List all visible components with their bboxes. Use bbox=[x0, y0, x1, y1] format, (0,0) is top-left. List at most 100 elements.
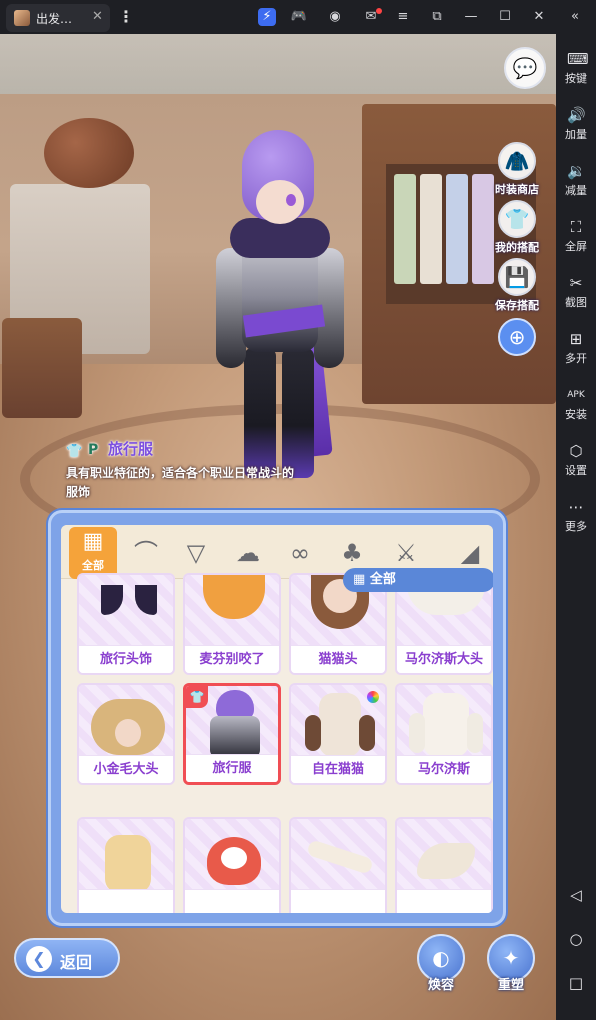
grid-small-icon: ▦ bbox=[353, 572, 370, 587]
back-nav-icon[interactable]: ◁ bbox=[556, 886, 596, 904]
item-card[interactable] bbox=[183, 817, 281, 913]
item-card[interactable]: 麦芬别咬了 bbox=[183, 573, 281, 675]
account-icon[interactable]: ◉ bbox=[326, 8, 344, 26]
wardrobe-inner: ▦ 全部 ⌒ ▽ ☁ ∞ ♣ ⚔ ◢ ▦ 全部 旅行头饰 麦芬别咬了 猫猫头 马… bbox=[61, 525, 493, 913]
hair-icon[interactable]: ☁ bbox=[229, 535, 267, 571]
item-card-selected[interactable]: 👕 旅行服 bbox=[183, 683, 281, 785]
sidebar-item-label: 安装 bbox=[565, 408, 587, 421]
item-art-shape bbox=[467, 713, 483, 753]
item-info: 👕 P 旅行服 具有职业特征的，适合各个职业日常战斗的 服饰 bbox=[66, 438, 366, 502]
more-icon: ⋯ bbox=[568, 498, 584, 516]
screen-capture-icon[interactable]: ⧉ bbox=[428, 8, 446, 26]
item-art-shape bbox=[203, 575, 265, 619]
ears-icon[interactable]: ⌒ bbox=[127, 535, 165, 571]
app-tab[interactable]: 出发… ✕ bbox=[6, 4, 110, 32]
character-collar bbox=[230, 218, 330, 258]
window-titlebar: 出发… ✕ ⋮ ⚡ 🎮 ◉ ✉ ≡ ⧉ — ☐ ✕ « bbox=[0, 0, 596, 34]
reshape-button[interactable]: ✦ 重塑 bbox=[484, 934, 538, 993]
item-art bbox=[185, 575, 279, 649]
maximize-icon[interactable]: ☐ bbox=[496, 8, 514, 26]
item-card[interactable]: 马尔济斯 bbox=[395, 683, 493, 785]
minimize-icon[interactable]: — bbox=[462, 8, 480, 26]
item-card[interactable]: 小金毛大头 bbox=[77, 683, 175, 785]
my-outfits-button[interactable]: 👕 我的搭配 bbox=[485, 200, 549, 255]
teapot-decoration bbox=[44, 118, 134, 188]
player-character[interactable] bbox=[200, 130, 360, 490]
equipped-shirt-icon: 👕 bbox=[186, 686, 208, 708]
close-icon[interactable]: ✕ bbox=[530, 8, 548, 26]
sidebar-item-label: 更多 bbox=[565, 520, 587, 533]
sidebar-item-more[interactable]: ⋯ 更多 bbox=[556, 498, 596, 534]
makeover-label: 焕容 bbox=[427, 978, 454, 993]
tab-close-icon[interactable]: ✕ bbox=[92, 9, 103, 24]
wing-icon[interactable]: ◢ bbox=[451, 535, 489, 571]
menu-icon[interactable]: ≡ bbox=[394, 8, 412, 26]
item-label: 旅行服 bbox=[186, 754, 278, 782]
item-title-row: 👕 P 旅行服 bbox=[66, 438, 366, 460]
hanging-cloth bbox=[420, 174, 442, 284]
makeover-button[interactable]: ◐ 焕容 bbox=[414, 934, 468, 993]
item-art-shape bbox=[101, 585, 123, 615]
chat-icon[interactable]: 💬 bbox=[504, 47, 546, 89]
save-icon: 💾 bbox=[498, 258, 536, 296]
curtain bbox=[0, 34, 556, 94]
back-triangle-icon: ◁ bbox=[570, 886, 582, 904]
item-art-shape bbox=[423, 693, 469, 757]
item-art bbox=[79, 819, 173, 893]
weapon-icon[interactable]: ⚔ bbox=[387, 535, 425, 571]
emulator-sidebar: ⌨ 按键 🔊 加量 🔉 减量 ⛶ 全屏 ✂ 截图 ⊞ 多开 APK 安装 ⬡ 设… bbox=[556, 34, 596, 1020]
item-card[interactable] bbox=[289, 817, 387, 913]
sidebar-item-settings[interactable]: ⬡ 设置 bbox=[556, 442, 596, 478]
sidebar-item-keymap[interactable]: ⌨ 按键 bbox=[556, 50, 596, 86]
gamepad-icon[interactable]: 🎮 bbox=[290, 8, 308, 26]
fashion-shop-button[interactable]: 🧥 时装商店 bbox=[485, 142, 549, 197]
item-name: 旅行服 bbox=[108, 440, 154, 458]
fullscreen-icon: ⛶ bbox=[570, 218, 582, 236]
item-card[interactable] bbox=[77, 817, 175, 913]
mask-icon[interactable]: ▽ bbox=[177, 535, 215, 571]
sidebar-item-screenshot[interactable]: ✂ 截图 bbox=[556, 274, 596, 310]
bolt-icon[interactable]: ⚡ bbox=[258, 8, 276, 26]
sidebar-item-label: 按键 bbox=[565, 72, 587, 85]
item-label: 自在猫猫 bbox=[291, 755, 385, 783]
filter-dropdown[interactable]: ▦ 全部 bbox=[343, 568, 493, 592]
item-label bbox=[79, 889, 173, 913]
sidebar-item-label: 多开 bbox=[565, 352, 587, 365]
item-art bbox=[185, 819, 279, 893]
recent-apps-icon[interactable]: □ bbox=[556, 974, 596, 992]
item-art bbox=[291, 819, 385, 893]
item-art-shape bbox=[409, 713, 425, 753]
eyewear-icon[interactable]: ∞ bbox=[281, 535, 319, 571]
back-arrow-icon: ❮ bbox=[26, 946, 52, 972]
tab-title: 出发… bbox=[36, 12, 73, 26]
item-label bbox=[185, 889, 279, 913]
item-label: 猫猫头 bbox=[291, 645, 385, 673]
back-button[interactable]: ❮ 返回 bbox=[14, 938, 120, 978]
sidebar-item-volume-up[interactable]: 🔊 加量 bbox=[556, 106, 596, 142]
collapse-icon[interactable]: « bbox=[566, 8, 584, 26]
save-outfit-button[interactable]: 💾 保存搭配 bbox=[485, 258, 549, 313]
item-card[interactable] bbox=[395, 817, 493, 913]
home-nav-icon[interactable]: ○ bbox=[556, 930, 596, 948]
category-all-tab[interactable]: ▦ 全部 bbox=[69, 527, 117, 579]
scissors-icon: ✂ bbox=[569, 274, 583, 292]
recent-square-icon: □ bbox=[568, 974, 584, 992]
hanging-cloth bbox=[446, 174, 468, 284]
filter-label: 全部 bbox=[369, 572, 396, 587]
item-card[interactable]: 自在猫猫 bbox=[289, 683, 387, 785]
outfit-type-icon: 👕 bbox=[66, 444, 83, 459]
sidebar-item-volume-down[interactable]: 🔉 减量 bbox=[556, 162, 596, 198]
sidebar-item-multi-instance[interactable]: ⊞ 多开 bbox=[556, 330, 596, 366]
sidebar-item-fullscreen[interactable]: ⛶ 全屏 bbox=[556, 218, 596, 254]
item-art-shape bbox=[417, 843, 475, 879]
my-outfits-label: 我的搭配 bbox=[495, 241, 539, 254]
sidebar-item-install[interactable]: APK 安装 bbox=[556, 386, 596, 422]
game-viewport[interactable]: 💬 🧥 时装商店 👕 我的搭配 💾 保存搭配 ⊕ 👕 P 旅行服 具有职业特征的，适… bbox=[0, 34, 556, 1020]
zoom-in-icon[interactable]: ⊕ bbox=[498, 318, 536, 356]
fashion-shop-label: 时装商店 bbox=[495, 183, 539, 196]
volume-up-icon: 🔊 bbox=[567, 106, 586, 124]
item-card[interactable]: 旅行头饰 bbox=[77, 573, 175, 675]
more-vertical-icon[interactable]: ⋮ bbox=[118, 7, 134, 26]
outfit-icon[interactable]: ♣ bbox=[333, 535, 371, 571]
item-art bbox=[397, 819, 491, 893]
